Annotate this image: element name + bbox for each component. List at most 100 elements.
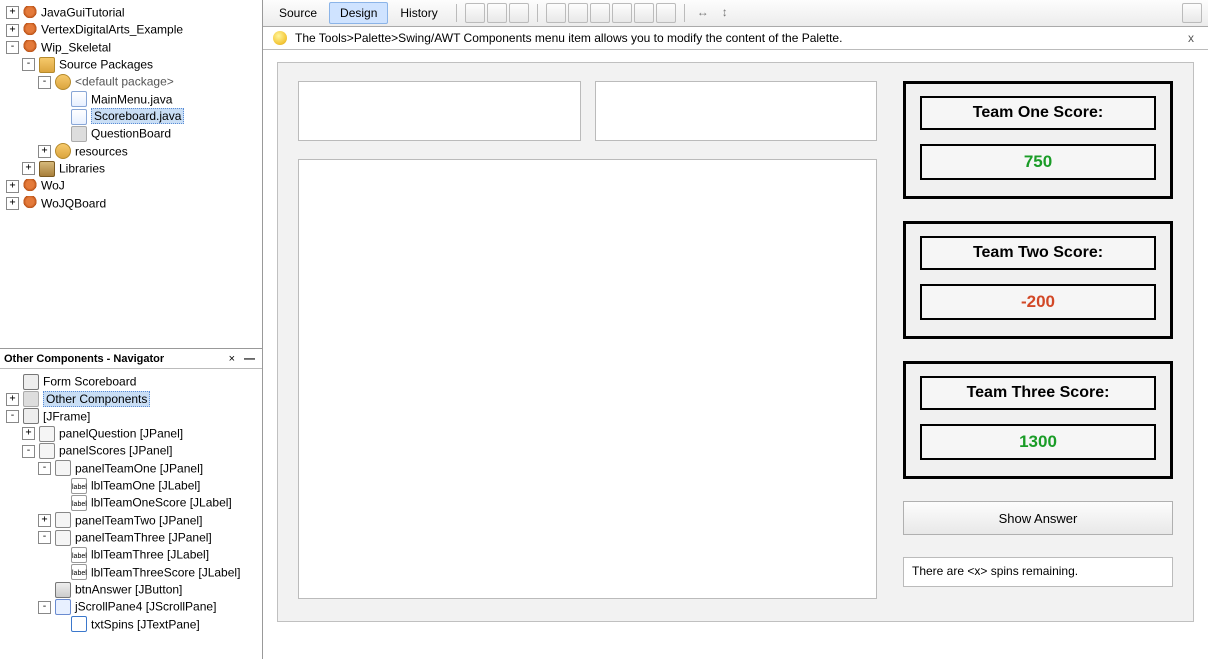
tab-history[interactable]: History (390, 3, 447, 23)
panel-team-three[interactable]: panelTeamThree [JPanel] (75, 530, 212, 544)
expand-icon[interactable]: + (38, 514, 51, 527)
jlabel-icon: label (71, 495, 87, 511)
other-components-icon (23, 391, 39, 407)
collapse-icon[interactable]: - (6, 41, 19, 54)
panel-team-two-preview[interactable]: Team Two Score: -200 (903, 221, 1173, 339)
collapse-icon[interactable]: - (6, 410, 19, 423)
source-packages[interactable]: Source Packages (59, 57, 153, 71)
navigator-header: Other Components - Navigator × — (0, 348, 262, 369)
jlabel-icon: label (71, 478, 87, 494)
project-javagui[interactable]: JavaGuiTutorial (41, 5, 125, 19)
align-left-icon[interactable] (546, 3, 566, 23)
collapse-icon[interactable]: - (38, 531, 51, 544)
team-three-score[interactable]: 1300 (920, 424, 1156, 460)
team-one-title[interactable]: Team One Score: (920, 96, 1156, 130)
panel-question-preview[interactable] (298, 81, 877, 599)
lightbulb-icon (273, 31, 287, 45)
design-surface[interactable]: Team One Score: 750 Team Two Score: -200… (263, 50, 1208, 659)
pkg-resources[interactable]: resources (75, 144, 128, 158)
expand-icon[interactable]: + (6, 24, 19, 37)
team-one-score[interactable]: 750 (920, 144, 1156, 180)
collapse-icon[interactable]: - (38, 462, 51, 475)
collapse-icon[interactable]: - (22, 58, 35, 71)
source-packages-icon (39, 57, 55, 73)
question-box-1[interactable] (298, 81, 581, 141)
question-main-box[interactable] (298, 159, 877, 599)
lbl-team-three[interactable]: lblTeamThree [JLabel] (91, 548, 209, 562)
resize-h-icon[interactable]: ↔ (693, 3, 713, 23)
align-right-icon[interactable] (568, 3, 588, 23)
align-center-v-icon[interactable] (656, 3, 676, 23)
team-two-title[interactable]: Team Two Score: (920, 236, 1156, 270)
panel-team-two[interactable]: panelTeamTwo [JPanel] (75, 513, 202, 527)
project-woj[interactable]: WoJ (41, 179, 65, 193)
package-icon (55, 74, 71, 90)
expand-icon[interactable]: + (6, 197, 19, 210)
lbl-team-one-score[interactable]: lblTeamOneScore [JLabel] (91, 496, 232, 510)
tab-design[interactable]: Design (329, 2, 388, 24)
collapse-icon[interactable]: - (38, 76, 51, 89)
expand-icon[interactable]: + (6, 6, 19, 19)
file-mainmenu[interactable]: MainMenu.java (91, 92, 172, 106)
spins-text[interactable]: There are <x> spins remaining. (903, 557, 1173, 587)
file-icon (71, 126, 87, 142)
team-three-title[interactable]: Team Three Score: (920, 376, 1156, 410)
tip-close-icon[interactable]: x (1184, 31, 1198, 45)
tip-text: The Tools>Palette>Swing/AWT Components m… (295, 31, 842, 45)
project-wojqboard[interactable]: WoJQBoard (41, 196, 106, 210)
lbl-team-one[interactable]: lblTeamOne [JLabel] (91, 478, 200, 492)
expand-icon[interactable]: + (22, 162, 35, 175)
panel-scores[interactable]: panelScores [JPanel] (59, 444, 172, 458)
project-icon (23, 40, 37, 54)
panel-scores-preview[interactable]: Team One Score: 750 Team Two Score: -200… (903, 81, 1173, 599)
lbl-team-three-score[interactable]: lblTeamThreeScore [JLabel] (91, 565, 240, 579)
jscrollpane-icon (55, 599, 71, 615)
expand-icon[interactable]: + (6, 180, 19, 193)
resize-v-icon[interactable]: ↕ (715, 3, 735, 23)
txtspins[interactable]: txtSpins [JTextPane] (91, 617, 200, 631)
other-components[interactable]: Other Components (43, 391, 150, 407)
panel-question[interactable]: panelQuestion [JPanel] (59, 426, 183, 440)
jpanel-icon (55, 512, 71, 528)
file-scoreboard[interactable]: Scoreboard.java (91, 108, 184, 124)
jpanel-icon (55, 530, 71, 546)
expand-icon[interactable]: + (22, 427, 35, 440)
align-bottom-icon[interactable] (612, 3, 632, 23)
jscrollpane4[interactable]: jScrollPane4 [JScrollPane] (75, 600, 216, 614)
collapse-icon[interactable]: - (22, 445, 35, 458)
package-icon (55, 143, 71, 159)
java-file-icon (71, 109, 87, 125)
team-two-score[interactable]: -200 (920, 284, 1156, 320)
project-wip[interactable]: Wip_Skeletal (41, 40, 111, 54)
panel-team-one[interactable]: panelTeamOne [JPanel] (75, 461, 203, 475)
preview-design-icon[interactable] (509, 3, 529, 23)
file-questionboard[interactable]: QuestionBoard (91, 127, 171, 141)
collapse-icon[interactable]: - (38, 601, 51, 614)
form-icon (23, 374, 39, 390)
form-preview[interactable]: Team One Score: 750 Team Two Score: -200… (277, 62, 1194, 622)
libraries[interactable]: Libraries (59, 161, 105, 175)
navigator-minimize-icon[interactable]: — (241, 353, 258, 365)
default-package[interactable]: <default package> (75, 75, 174, 89)
jlabel-icon: label (71, 564, 87, 580)
connection-mode-icon[interactable] (487, 3, 507, 23)
show-answer-button[interactable]: Show Answer (903, 501, 1173, 535)
jframe[interactable]: [JFrame] (43, 409, 90, 423)
form-root[interactable]: Form Scoreboard (43, 374, 136, 388)
expand-icon[interactable]: + (6, 393, 19, 406)
jbutton-icon (55, 582, 71, 598)
toolbar-overflow-icon[interactable] (1182, 3, 1202, 23)
navigator-title: Other Components - Navigator (4, 353, 164, 365)
project-vertex[interactable]: VertexDigitalArts_Example (41, 23, 183, 37)
btn-answer-node[interactable]: btnAnswer [JButton] (75, 582, 182, 596)
navigator-close-icon[interactable]: × (229, 353, 235, 365)
jpanel-icon (39, 426, 55, 442)
align-center-h-icon[interactable] (634, 3, 654, 23)
panel-team-one-preview[interactable]: Team One Score: 750 (903, 81, 1173, 199)
panel-team-three-preview[interactable]: Team Three Score: 1300 (903, 361, 1173, 479)
align-top-icon[interactable] (590, 3, 610, 23)
question-box-2[interactable] (595, 81, 878, 141)
tab-source[interactable]: Source (269, 3, 327, 23)
expand-icon[interactable]: + (38, 145, 51, 158)
selection-mode-icon[interactable] (465, 3, 485, 23)
